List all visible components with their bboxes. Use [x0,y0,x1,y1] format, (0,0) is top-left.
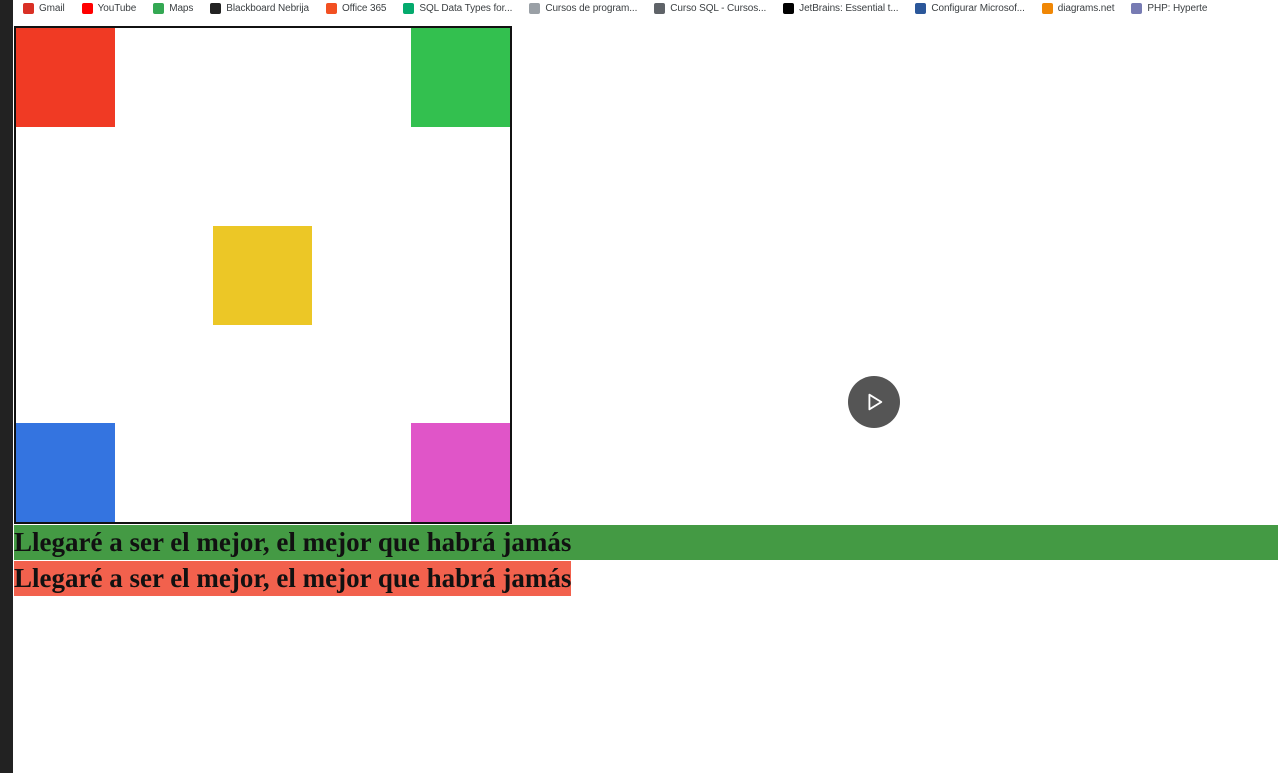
left-window-edge [0,0,13,773]
php-icon [1131,2,1143,14]
video-play-button[interactable] [848,376,900,428]
bookmark-youtube[interactable]: YouTube [72,0,144,16]
bookmark-w3schools[interactable]: SQL Data Types for... [393,0,519,16]
bookmark-label: Curso SQL - Cursos... [670,2,767,14]
bookmark-label: Blackboard Nebrija [226,2,309,14]
jetbrains-icon [783,2,795,14]
bookmark-gmail[interactable]: Gmail [13,0,72,16]
blackboard-icon [210,2,222,14]
square-red [16,28,115,127]
bookmark-document[interactable]: Cursos de program... [519,0,644,16]
w3schools-icon [403,2,415,14]
globe-icon [654,2,666,14]
diagrams-icon [1041,2,1053,14]
bookmark-label: SQL Data Types for... [419,2,513,14]
bookmarks-bar: Gmail YouTube Maps Blackboard Nebrija Office… [13,0,1278,16]
bookmark-label: Gmail [39,2,65,14]
bookmark-maps[interactable]: Maps [143,0,200,16]
bookmark-label: diagrams.net [1057,2,1115,14]
bookmark-office[interactable]: Office 365 [316,0,393,16]
bookmark-label: Office 365 [341,2,387,14]
bookmark-label: PHP: Hyperte [1147,2,1208,14]
document-icon [529,2,541,14]
bookmark-label: YouTube [97,2,137,14]
youtube-icon [81,2,93,14]
bookmark-diagrams[interactable]: diagrams.net [1032,0,1122,16]
word-doc-icon [915,2,927,14]
bookmark-php[interactable]: PHP: Hyperte [1121,0,1214,16]
bookmark-label: JetBrains: Essential t... [799,2,899,14]
square-green [411,28,510,127]
maps-icon [153,2,165,14]
square-pink [411,423,510,522]
square-yellow [213,226,312,325]
gmail-icon [23,2,34,14]
bookmark-label: Maps [169,2,194,14]
bookmark-label: Configurar Microsof... [931,2,1025,14]
bookmark-jetbrains[interactable]: JetBrains: Essential t... [773,0,905,16]
bookmark-blackboard[interactable]: Blackboard Nebrija [200,0,316,16]
heading-green: Llegaré a ser el mejor, el mejor que hab… [14,525,1278,560]
square-blue [16,423,115,522]
board [14,26,512,524]
play-icon [868,393,883,411]
bookmark-word-doc[interactable]: Configurar Microsof... [905,0,1031,16]
heading-red: Llegaré a ser el mejor, el mejor que hab… [14,561,572,596]
office-icon [325,2,337,14]
bookmark-label: Cursos de program... [545,2,638,14]
bookmark-globe[interactable]: Curso SQL - Cursos... [644,0,773,16]
